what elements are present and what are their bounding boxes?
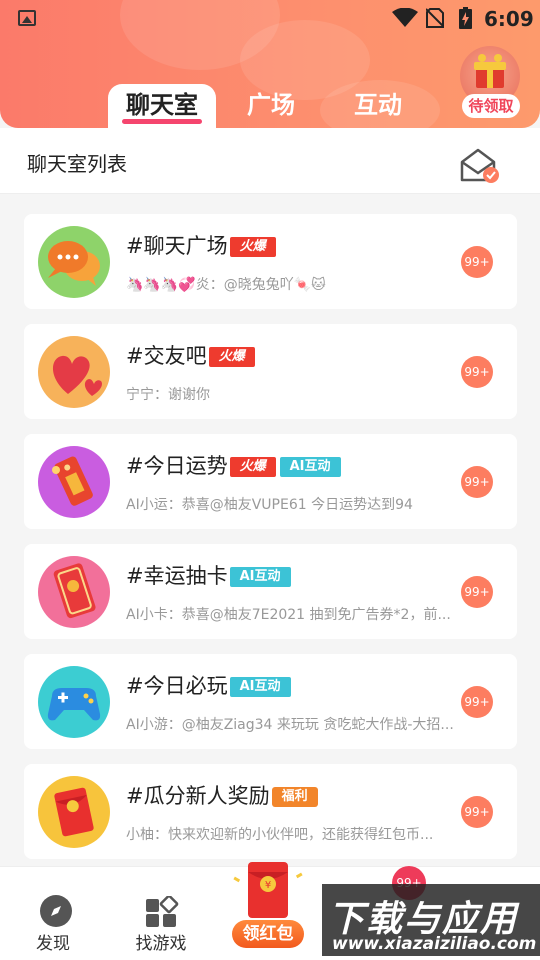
chatroom-list-header: 聊天室列表: [0, 128, 540, 194]
tab-label: 广场: [247, 91, 295, 119]
chatroom-card[interactable]: #今日必玩 AI互动 AI小游：@柚友Ziag34 来玩玩 贪吃蛇大作战-大招..…: [24, 654, 517, 749]
room-title-row: #交友吧 火爆: [126, 340, 255, 370]
red-packet-icon: ¥: [233, 862, 303, 918]
red-packet-label: 领红包: [232, 920, 304, 948]
last-message: 小柚：快来欢迎新的小伙伴吧，还能获得红包币...: [126, 827, 434, 843]
ai-interaction-tag: AI互动: [229, 567, 291, 587]
ai-interaction-tag: AI互动: [279, 457, 341, 477]
watermark-url: www.xiazaiziliao.com: [332, 934, 537, 954]
last-message: 宁宁：谢谢你: [126, 387, 210, 403]
unread-count-badge: 99+: [461, 796, 493, 828]
unread-count-badge: 99+: [461, 686, 493, 718]
tab-square[interactable]: 广场: [236, 84, 306, 128]
hot-tag: 火爆: [229, 237, 276, 257]
status-time: 6:09: [484, 7, 534, 31]
status-bar: 6:09: [0, 0, 540, 36]
watermark-logo: 下载与应用 www.xiazaiziliao.com: [322, 884, 540, 956]
compass-icon: [40, 895, 72, 927]
section-title: 聊天室列表: [27, 152, 127, 176]
unread-count-badge: 99+: [461, 356, 493, 388]
chatroom-card[interactable]: #瓜分新人奖励 福利 小柚：快来欢迎新的小伙伴吧，还能获得红包币... 99+: [24, 764, 517, 859]
mail-read-icon[interactable]: [458, 146, 502, 184]
nav-discover[interactable]: 发现: [3, 867, 103, 960]
unread-count-badge: 99+: [461, 466, 493, 498]
room-title-row: #今日运势 火爆 AI互动: [126, 450, 341, 480]
battery-icon: [459, 7, 472, 29]
unread-count-badge: 99+: [461, 576, 493, 608]
room-name: #瓜分新人奖励: [126, 784, 270, 808]
gamepad-icon: [38, 666, 110, 738]
chatroom-card[interactable]: #交友吧 火爆 宁宁：谢谢你 99+: [24, 324, 517, 419]
no-sim-icon: [426, 8, 444, 28]
tab-label: 聊天室: [126, 91, 198, 119]
chatroom-card[interactable]: #今日运势 火爆 AI互动 AI小运：恭喜@柚友VUPE61 今日运势达到94 99…: [24, 434, 517, 529]
room-title-row: #聊天广场 火爆: [126, 230, 276, 260]
nav-label: 找游戏: [135, 934, 187, 954]
ai-interaction-tag: AI互动: [229, 677, 291, 697]
last-message: AI小游：@柚友Ziag34 来玩玩 贪吃蛇大作战-大招...: [126, 717, 454, 733]
last-message: AI小运：恭喜@柚友VUPE61 今日运势达到94: [126, 497, 413, 513]
nav-find-games[interactable]: 找游戏: [111, 867, 211, 960]
hot-tag: 火爆: [229, 457, 276, 477]
last-message: AI小卡：恭喜@柚友7E2021 抽到免广告券*2，前...: [126, 607, 451, 623]
room-title-row: #今日必玩 AI互动: [126, 670, 291, 700]
reward-badge: 待领取: [462, 94, 520, 118]
room-title-row: #瓜分新人奖励 福利: [126, 780, 318, 810]
room-name: #幸运抽卡: [126, 564, 228, 588]
nav-label: 发现: [36, 934, 70, 954]
chatroom-card[interactable]: #聊天广场 火爆 🦄🦄🦄💞炎：@晓兔兔吖🍬🐱 99+: [24, 214, 517, 309]
svg-text:¥: ¥: [265, 880, 271, 891]
last-message: 🦄🦄🦄💞炎：@晓兔兔吖🍬🐱: [126, 277, 326, 293]
room-name: #今日必玩: [126, 674, 228, 698]
room-name: #聊天广场: [126, 234, 228, 258]
red-envelope-icon: [38, 776, 110, 848]
welfare-tag: 福利: [271, 787, 318, 807]
image-notification-icon: [18, 10, 36, 26]
room-name: #交友吧: [126, 344, 207, 368]
app-header: 6:09 聊天室 广场 互动 待领取: [0, 0, 540, 128]
fortune-tag-icon: [38, 446, 110, 518]
lucky-card-icon: [38, 556, 110, 628]
reward-button[interactable]: 待领取: [458, 46, 522, 120]
room-name: #今日运势: [126, 454, 228, 478]
nav-red-packet[interactable]: ¥ 领红包: [226, 858, 310, 950]
wifi-icon: [392, 8, 418, 27]
tab-label: 互动: [354, 91, 402, 119]
games-grid-icon: [146, 896, 179, 927]
active-tab-indicator: [122, 119, 202, 124]
room-title-row: #幸运抽卡 AI互动: [126, 560, 291, 590]
tab-chatroom[interactable]: 聊天室: [108, 84, 216, 128]
heart-icon: [38, 336, 110, 408]
chatroom-card[interactable]: #幸运抽卡 AI互动 AI小卡：恭喜@柚友7E2021 抽到免广告券*2，前...…: [24, 544, 517, 639]
chat-bubble-icon: [38, 226, 110, 298]
hot-tag: 火爆: [208, 347, 255, 367]
unread-count-badge: 99+: [461, 246, 493, 278]
tab-interaction[interactable]: 互动: [343, 84, 413, 128]
